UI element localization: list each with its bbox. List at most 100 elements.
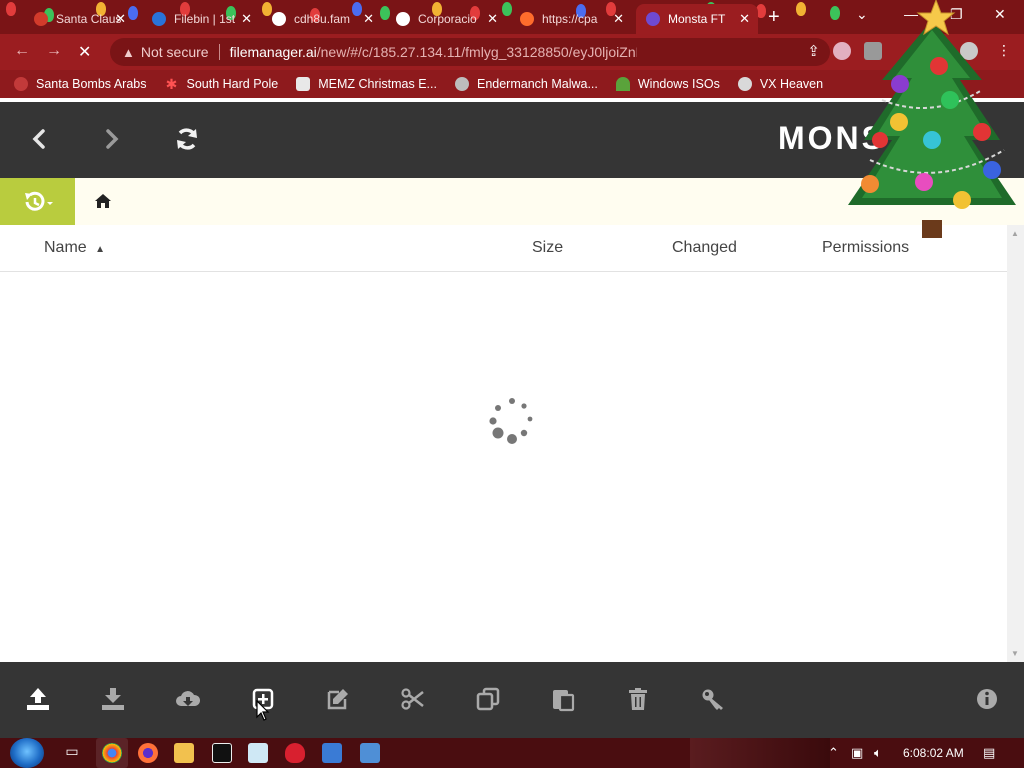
delete-icon[interactable] [625,686,651,712]
minimize-icon[interactable]: — [904,6,918,22]
bookmark-item[interactable]: VX Heaven [737,77,824,91]
extension-flag-icon[interactable] [833,42,851,60]
upload-icon[interactable] [25,686,51,712]
tab-close-icon[interactable]: ✕ [739,11,750,27]
tab-title: Monsta FT [668,12,726,26]
bookmark-label: VX Heaven [759,77,824,91]
share-icon[interactable]: ⇪ [807,42,820,60]
column-label: Permissions [822,239,910,256]
tab-close-icon[interactable]: ✕ [241,11,252,27]
tab-title: Corporacio [418,12,477,26]
browser-toolbar: ← → ✕ ▲ Not secure filemanager.ai /new/#… [0,34,1024,70]
refresh-icon[interactable] [172,124,202,154]
bookmark-item[interactable]: Santa Bombs Arabs [14,77,146,91]
browser-tab[interactable]: Santa Claus ✕ [24,4,134,34]
tab-favicon-icon [152,12,166,26]
extension-s-icon[interactable] [864,42,882,60]
vx-icon [737,77,752,91]
memz-icon [296,77,311,91]
tab-favicon-icon [34,12,48,26]
explorer-icon[interactable] [174,743,194,763]
windows-taskbar: ▭ ⌃ ▣ 🔈︎ 6:08:02 AM ▤ [0,738,1024,768]
network-icon[interactable] [322,743,342,763]
bookmark-label: MEMZ Christmas E... [318,77,437,91]
bookmark-item[interactable]: Windows ISOs [615,77,720,91]
maximize-icon[interactable]: ❐ [950,6,963,23]
network-tray-icon[interactable]: ▣ [851,745,863,761]
security-label: Not secure [140,44,209,60]
santa-icon [14,77,28,91]
chevron-left-icon[interactable] [24,124,54,154]
taskbar-background-decoration [690,738,830,768]
column-header-changed[interactable]: Changed [672,239,737,257]
home-icon[interactable] [94,192,112,210]
tab-close-icon[interactable]: ✕ [115,11,126,27]
tab-close-icon[interactable]: ✕ [363,11,374,27]
history-dropdown-button[interactable] [0,178,75,225]
column-label: Size [532,239,564,256]
divider [218,44,220,60]
chrome-icon [102,743,122,763]
stop-loading-icon[interactable]: ✕ [78,42,91,62]
bookmark-label: Windows ISOs [637,77,720,91]
bookmark-item[interactable]: ✱ South Hard Pole [164,77,279,91]
notifications-icon[interactable]: ▤ [983,745,995,761]
tab-close-icon[interactable]: ✕ [613,11,624,27]
action-toolbar [0,662,1024,738]
close-window-icon[interactable]: ✕ [994,6,1006,23]
browser-tab[interactable]: Corporacio ✕ [386,4,506,34]
raccoon-icon [454,77,469,91]
vertical-scrollbar[interactable]: ▲ ▼ [1007,225,1024,662]
copy-icon[interactable] [475,686,501,712]
forward-icon[interactable]: → [46,42,62,60]
scroll-up-icon[interactable]: ▲ [1011,229,1019,238]
tab-search-icon[interactable]: ⌄ [856,6,868,23]
task-view-icon[interactable]: ▭ [62,743,82,763]
tab-title: cdh8u.fam [294,12,351,26]
window-icon[interactable] [248,743,268,763]
bookmark-label: Santa Bombs Arabs [36,77,147,91]
browser-tab[interactable]: cdh8u.fam ✕ [262,4,382,34]
menu-kebab-icon[interactable]: ⋮ [995,42,1013,60]
edit-icon[interactable] [325,686,351,712]
clock[interactable]: 6:08:02 AM [903,746,964,760]
volume-icon[interactable]: 🔈︎ [874,745,882,761]
column-header-name[interactable]: Name ▲ [44,239,105,257]
bookmark-label: South Hard Pole [186,77,279,91]
scroll-down-icon[interactable]: ▼ [1011,649,1019,658]
bookmark-item[interactable]: Endermanch Malwa... [454,77,598,91]
browser-tab-active[interactable]: Monsta FT ✕ [636,4,758,34]
profile-avatar-icon[interactable] [960,42,978,60]
download-icon[interactable] [100,686,126,712]
column-header-permissions[interactable]: Permissions [822,239,909,257]
file-list [0,272,1007,662]
address-bar[interactable]: ▲ Not secure filemanager.ai /new/#/c/185… [110,38,852,66]
tab-favicon-icon [396,12,410,26]
bookmark-item[interactable]: MEMZ Christmas E... [296,77,437,91]
tab-close-icon[interactable]: ✕ [487,11,498,27]
bookmark-label: Endermanch Malwa... [476,77,598,91]
7zip-icon[interactable] [212,743,232,763]
tab-title: https://cpa [542,12,598,26]
show-hidden-icons-icon[interactable]: ⌃ [828,745,839,761]
column-header-size[interactable]: Size [532,239,563,257]
browser-tab[interactable]: https://cpa ✕ [510,4,632,34]
start-button[interactable] [10,738,44,768]
paste-icon[interactable] [550,686,576,712]
cut-icon[interactable] [400,686,426,712]
new-tab-button[interactable]: + [768,6,780,29]
key-icon[interactable] [700,686,726,712]
bookmarks-bar: Santa Bombs Arabs ✱ South Hard Pole MEMZ… [0,70,1024,98]
url-path: /new/#/c/185.27.134.11/fmlyg_33128850/ey… [316,44,637,60]
firefox-icon[interactable] [138,743,158,763]
cloud-download-icon[interactable] [175,686,201,712]
chevron-right-icon[interactable] [97,124,127,154]
ruby-icon[interactable] [285,743,305,763]
back-icon[interactable]: ← [14,42,30,60]
tree-icon [615,77,630,91]
shield-icon[interactable] [360,743,380,763]
browser-tab[interactable]: Filebin | 1st ✕ [142,4,260,34]
info-icon[interactable] [974,686,1000,712]
tab-favicon-icon [520,12,534,26]
mouse-cursor-icon [256,700,270,721]
